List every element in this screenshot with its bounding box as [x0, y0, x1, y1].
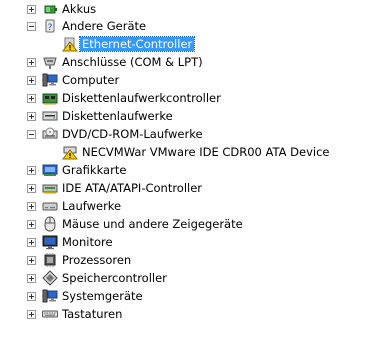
mouse-icon — [42, 216, 58, 232]
tree-item-label: Akkus — [62, 2, 97, 16]
tree-item-label: Grafikkarte — [62, 163, 127, 177]
tree-item-label: Mäuse und andere Zeigegeräte — [62, 217, 243, 231]
unknown-device-icon: ? — [42, 18, 58, 34]
tree-item-label: Monitore — [62, 235, 113, 249]
expand-toggle[interactable] — [27, 76, 36, 85]
expand-toggle[interactable] — [27, 256, 36, 265]
expand-toggle[interactable] — [27, 184, 36, 193]
tree-item-label: Ethernet-Controller — [78, 36, 196, 52]
svg-text:?: ? — [48, 23, 53, 33]
disk-drive-icon — [42, 198, 58, 214]
ide-controller-icon — [42, 180, 58, 196]
tree-item-label: Speichercontroller — [62, 271, 167, 285]
tree-item-label: Diskettenlaufwerkcontroller — [62, 91, 221, 105]
expand-toggle[interactable] — [27, 292, 36, 301]
expand-toggle[interactable] — [27, 202, 36, 211]
dvd-drive-icon — [42, 126, 58, 142]
battery-icon — [42, 1, 58, 17]
floppy-drive-icon — [42, 108, 58, 124]
collapse-toggle[interactable] — [27, 130, 36, 139]
computer-icon — [42, 72, 58, 88]
expand-toggle[interactable] — [27, 5, 36, 14]
tree-item-label: Anschlüsse (COM & LPT) — [62, 55, 203, 69]
tree-item-label: DVD/CD-ROM-Laufwerke — [62, 127, 203, 141]
warning-dvd-icon — [62, 144, 78, 160]
tree-item-label: Tastaturen — [62, 307, 123, 321]
processor-icon — [42, 252, 58, 268]
storage-controller-icon — [42, 270, 58, 286]
keyboard-icon — [42, 306, 58, 322]
system-device-icon — [42, 288, 58, 304]
tree-item-label: NECVMWar VMware IDE CDR00 ATA Device — [82, 145, 330, 159]
monitor-icon — [42, 234, 58, 250]
tree-item-label: Andere Geräte — [62, 19, 147, 33]
expand-toggle[interactable] — [27, 220, 36, 229]
expand-toggle[interactable] — [27, 166, 36, 175]
expand-toggle[interactable] — [27, 310, 36, 319]
warning-device-icon — [62, 36, 78, 52]
device-tree: Akkus ? Andere Geräte Ethernet-Controlle… — [0, 0, 390, 349]
display-adapter-icon — [42, 162, 58, 178]
port-icon — [42, 54, 58, 70]
expand-toggle[interactable] — [27, 274, 36, 283]
tree-item-label: Computer — [62, 73, 120, 87]
collapse-toggle[interactable] — [27, 22, 36, 31]
floppy-controller-icon — [42, 90, 58, 106]
expand-toggle[interactable] — [27, 94, 36, 103]
tree-item-label: IDE ATA/ATAPI-Controller — [62, 181, 203, 195]
tree-item-label: Systemgeräte — [62, 289, 143, 303]
expand-toggle[interactable] — [27, 238, 36, 247]
expand-toggle[interactable] — [27, 58, 36, 67]
tree-item-label: Prozessoren — [62, 253, 132, 267]
expand-toggle[interactable] — [27, 112, 36, 121]
tree-item-label: Laufwerke — [62, 199, 122, 213]
tree-item-label: Diskettenlaufwerke — [62, 109, 173, 123]
